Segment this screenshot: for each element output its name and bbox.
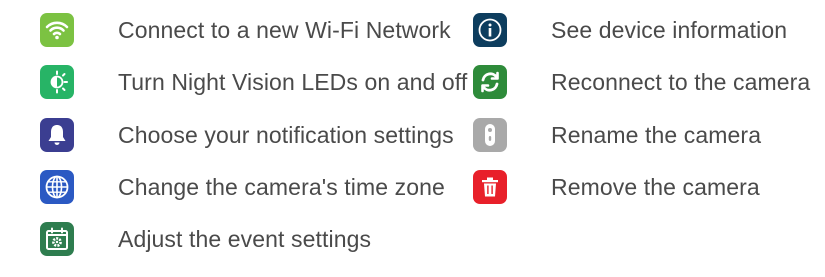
list-item-label: Reconnect to the camera (551, 68, 811, 95)
info-icon (473, 13, 507, 47)
list-item-label: Turn Night Vision LEDs on and off (118, 68, 468, 95)
list-item-label: Choose your notification settings (118, 121, 454, 148)
camera-device-icon (473, 118, 507, 152)
list-item-label: Remove the camera (551, 173, 760, 200)
list-item-label: Adjust the event settings (118, 225, 372, 252)
calendar-gear-icon (40, 222, 74, 256)
list-item-label: Change the camera's time zone (118, 173, 445, 200)
list-item-rename: Rename the camera (473, 115, 761, 155)
list-item-label: See device information (551, 16, 788, 43)
list-item-night-vision: Turn Night Vision LEDs on and off (40, 62, 467, 102)
list-item-label: Rename the camera (551, 121, 762, 148)
list-item-notification: Choose your notification settings (40, 115, 454, 155)
list-item-remove: Remove the camera (473, 167, 760, 207)
list-item-reconnect: Reconnect to the camera (473, 62, 810, 102)
globe-icon (40, 170, 74, 204)
trash-icon (473, 170, 507, 204)
night-vision-icon (40, 65, 74, 99)
refresh-icon (473, 65, 507, 99)
wifi-icon (40, 13, 74, 47)
list-item-wifi: Connect to a new Wi-Fi Network (40, 10, 451, 50)
list-item-time-zone: Change the camera's time zone (40, 167, 445, 207)
list-item-event: Adjust the event settings (40, 219, 371, 259)
list-item-label: Connect to a new Wi-Fi Network (118, 16, 451, 43)
bell-icon (40, 118, 74, 152)
list-item-device-info: See device information (473, 10, 787, 50)
